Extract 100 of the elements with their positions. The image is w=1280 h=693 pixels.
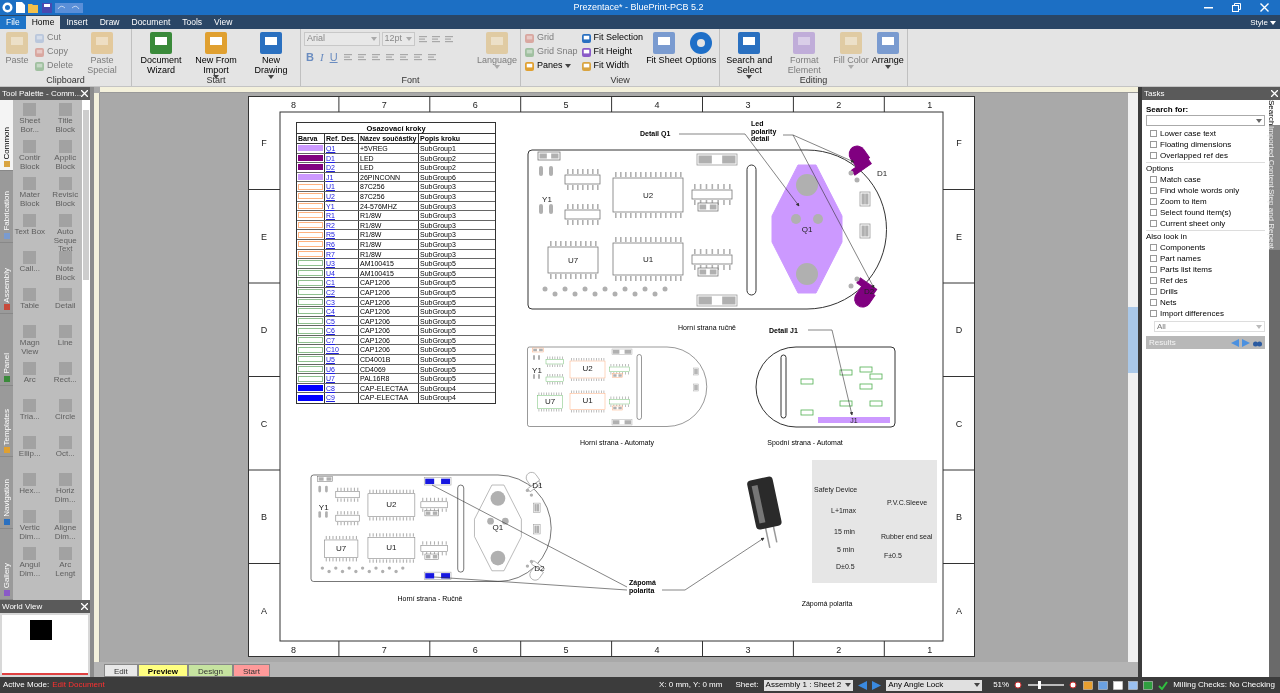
menu-tab[interactable]: Tools xyxy=(176,16,209,29)
menu-tab[interactable]: Document xyxy=(125,16,177,29)
checkbox-option[interactable]: Ref des xyxy=(1146,275,1265,286)
checkbox[interactable] xyxy=(1150,277,1157,284)
ribbon-button[interactable]: Fit Height xyxy=(580,45,644,59)
checkbox-option[interactable]: Drills xyxy=(1146,286,1265,297)
checkbox-option[interactable]: Match case xyxy=(1146,174,1265,185)
close-icon[interactable] xyxy=(81,603,88,610)
checkbox[interactable] xyxy=(1150,187,1157,194)
component-label: D2 xyxy=(863,287,875,296)
close-icon[interactable] xyxy=(1271,90,1278,97)
zone-label: E xyxy=(956,231,962,242)
zone-label: 7 xyxy=(381,100,387,110)
check-icon[interactable] xyxy=(1158,680,1169,690)
ribbon-button[interactable]: Document Wizard xyxy=(135,31,187,75)
checkbox[interactable] xyxy=(1150,220,1157,227)
status-mode: Edit Document xyxy=(52,679,105,691)
zone-label: 7 xyxy=(381,645,387,655)
angle-lock-dropdown[interactable]: Any Angle Lock xyxy=(886,679,983,691)
checkbox[interactable] xyxy=(1150,244,1157,251)
next-icon[interactable] xyxy=(1242,338,1250,347)
mode-tab[interactable]: Preview xyxy=(137,664,189,677)
checkbox-option[interactable]: Nets xyxy=(1146,297,1265,308)
checkbox[interactable] xyxy=(1150,198,1157,205)
component-label: Q1 xyxy=(801,225,813,234)
undo-redo-icon[interactable] xyxy=(55,2,83,13)
slider-thumb[interactable] xyxy=(1038,681,1042,689)
tab-icon xyxy=(3,304,10,311)
component-label: U7 xyxy=(567,256,579,265)
minimize-icon xyxy=(1203,6,1213,9)
checkbox[interactable] xyxy=(1150,176,1157,183)
checkbox-option[interactable]: Select found item(s) xyxy=(1146,207,1265,218)
checkbox-option[interactable]: Lower case text xyxy=(1146,128,1265,139)
ribbon-button[interactable]: Search and Select xyxy=(723,31,776,79)
search-field[interactable] xyxy=(1146,115,1265,126)
scrollbar[interactable] xyxy=(1128,93,1138,662)
zone-label: 4 xyxy=(654,645,660,655)
next-icon[interactable] xyxy=(872,680,882,690)
checkbox[interactable] xyxy=(1150,255,1157,262)
checkbox[interactable] xyxy=(1150,141,1157,148)
menu-tab[interactable]: Draw xyxy=(93,16,126,29)
mode-tab[interactable]: Design xyxy=(188,664,233,677)
close-icon[interactable] xyxy=(81,90,89,97)
square-icon xyxy=(22,472,38,487)
checkbox-option[interactable]: Find whole words only xyxy=(1146,185,1265,196)
app-icon[interactable] xyxy=(2,2,13,13)
checkbox-option[interactable]: Current sheet only xyxy=(1146,218,1265,229)
window-title: Prezentace* - BluePrint-PCB 5.2 xyxy=(572,0,705,14)
ribbon-button[interactable]: Arrange xyxy=(871,31,904,69)
save-icon[interactable] xyxy=(42,2,52,13)
previous-icon[interactable] xyxy=(858,680,868,690)
world-view-thumbnail[interactable] xyxy=(2,615,88,675)
checkbox[interactable] xyxy=(1150,209,1157,216)
checkbox-option[interactable]: Parts list items xyxy=(1146,264,1265,275)
zoom-in-icon[interactable] xyxy=(1069,680,1079,690)
checkbox-option[interactable]: Zoom to item xyxy=(1146,196,1265,207)
cursor-coordinates: X: 0 mm, Y: 0 mm xyxy=(659,679,723,691)
zoom-out-icon[interactable] xyxy=(1014,680,1024,690)
zone-label: 3 xyxy=(745,645,751,655)
folder-icon[interactable] xyxy=(28,2,39,13)
menu-tab[interactable]: Insert xyxy=(60,16,94,29)
style-menu[interactable]: Style xyxy=(1246,16,1280,29)
checkbox-option[interactable]: Overlapped ref des xyxy=(1146,150,1265,161)
scrollbar[interactable] xyxy=(82,100,90,600)
side-tab[interactable]: Search xyxy=(1269,100,1280,127)
square-icon xyxy=(22,324,38,339)
ribbon-button[interactable]: Fit Selection xyxy=(580,31,644,45)
checkbox[interactable] xyxy=(1150,266,1157,273)
square-icon xyxy=(22,102,38,117)
checkbox[interactable] xyxy=(1150,152,1157,159)
zone-label: B xyxy=(956,512,962,522)
checkbox[interactable] xyxy=(1150,310,1157,317)
ribbon-button[interactable]: New Drawing xyxy=(245,31,297,79)
palette-tab[interactable]: Common xyxy=(0,100,13,172)
ribbon-button[interactable]: Fit Sheet xyxy=(646,31,683,65)
ribbon-button[interactable]: Fit Width xyxy=(580,59,644,73)
zone-label: 8 xyxy=(290,645,296,655)
checkbox-option[interactable]: Part names xyxy=(1146,253,1265,264)
mode-tab[interactable]: Edit xyxy=(104,664,138,677)
checkbox[interactable] xyxy=(1150,288,1157,295)
caret-icon xyxy=(1256,324,1262,329)
menu-tab[interactable]: View xyxy=(208,16,239,29)
checkbox-option[interactable]: Components xyxy=(1146,242,1265,253)
previous-icon[interactable] xyxy=(1231,338,1239,347)
zone-label: F xyxy=(261,138,267,148)
section-heading: Options xyxy=(1146,162,1265,174)
ribbon-button[interactable]: Options xyxy=(685,31,717,65)
sheet-dropdown[interactable]: Assembly 1 : Sheet 2 xyxy=(763,679,854,691)
ribbon-button[interactable]: Panes xyxy=(524,59,578,73)
menu-tab[interactable]: File xyxy=(0,16,26,29)
ribbon-group-title: View xyxy=(610,75,630,85)
checkbox-option[interactable]: Floating dimensions xyxy=(1146,139,1265,150)
checkbox-option[interactable]: Import differences xyxy=(1146,308,1265,319)
square-icon xyxy=(57,250,73,265)
zone-label: A xyxy=(261,605,267,616)
checkbox[interactable] xyxy=(1150,130,1157,137)
mode-tab[interactable]: Start xyxy=(232,664,270,677)
component-label: U2 xyxy=(582,364,593,373)
checkbox[interactable] xyxy=(1150,299,1157,306)
menu-tab[interactable]: Home xyxy=(25,16,61,29)
